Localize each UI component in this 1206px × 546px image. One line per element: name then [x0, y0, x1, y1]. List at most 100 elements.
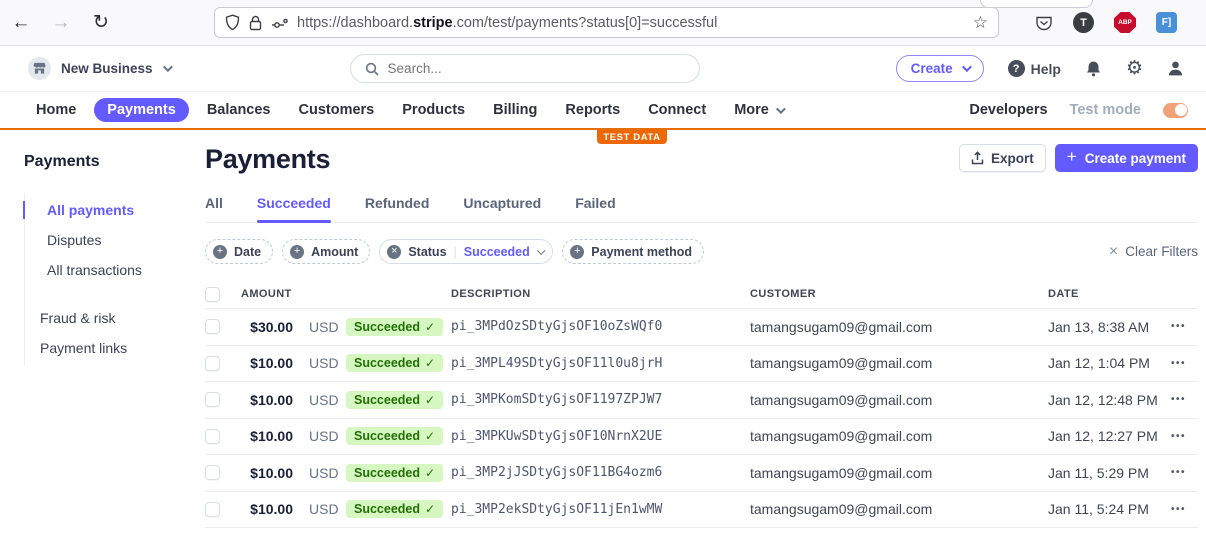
sidebar-item-payment-links[interactable]: Payment links	[25, 333, 205, 363]
question-circle-icon: ?	[1007, 60, 1025, 77]
lock-icon[interactable]	[249, 15, 262, 31]
table-row[interactable]: $10.00 USD Succeeded ✓ pi_3MPKUwSDtyGjsOF…	[205, 419, 1198, 455]
nav-item-products[interactable]: Products	[392, 98, 475, 122]
create-button[interactable]: Create	[895, 55, 984, 82]
nav-item-reports[interactable]: Reports	[555, 98, 630, 122]
row-checkbox[interactable]	[205, 392, 220, 408]
nav-item-balances[interactable]: Balances	[197, 98, 281, 122]
check-icon: ✓	[425, 429, 436, 444]
help-button[interactable]: ? Help	[1007, 60, 1061, 77]
nav-item-more[interactable]: More	[724, 98, 793, 122]
sidebar-item-all-transactions[interactable]: All transactions	[25, 255, 205, 285]
table-row[interactable]: $10.00 USD Succeeded ✓ pi_3MPKomSDtyGjsOF…	[205, 382, 1198, 419]
nav-item-customers[interactable]: Customers	[289, 98, 385, 122]
customer-email: tamangsugam09@gmail.com	[750, 428, 933, 445]
sidebar-item-fraud-risk[interactable]: Fraud & risk	[25, 303, 205, 333]
browser-forward-button[interactable]: →	[48, 12, 74, 34]
nav-item-home[interactable]: Home	[26, 98, 86, 122]
payment-date: Jan 12, 12:48 PM	[1048, 391, 1158, 408]
check-icon: ✓	[425, 392, 436, 407]
payment-date: Jan 11, 5:29 PM	[1048, 464, 1149, 481]
create-payment-button[interactable]: + Create payment	[1054, 144, 1198, 172]
extension-t-icon[interactable]: T	[1073, 12, 1094, 33]
developers-link[interactable]: Developers	[969, 102, 1047, 118]
notifications-bell-icon[interactable]	[1085, 60, 1102, 78]
extension-f-icon[interactable]: F]	[1156, 12, 1177, 33]
row-overflow-menu[interactable]: •••	[1165, 467, 1198, 478]
nav-item-billing[interactable]: Billing	[483, 98, 547, 122]
clear-filters-button[interactable]: × Clear Filters	[1109, 243, 1198, 261]
table-row[interactable]: $30.00 USD Succeeded ✓ pi_3MPdOzSDtyGjsOF…	[205, 309, 1198, 346]
filter-row: + Date + Amount × Status | Succeeded + P…	[205, 239, 1198, 264]
browser-back-button[interactable]: ←	[8, 12, 34, 34]
row-overflow-menu[interactable]: •••	[1165, 358, 1198, 369]
row-checkbox[interactable]	[205, 428, 220, 444]
row-overflow-menu[interactable]: •••	[1165, 321, 1198, 332]
test-data-banner: TEST DATA	[597, 130, 667, 144]
export-icon	[971, 151, 984, 165]
stripe-dashboard-screen: ← → ↻ https://dashboard.stripe.com/test/…	[0, 0, 1206, 546]
test-mode-label: Test mode	[1069, 102, 1141, 118]
tab-failed[interactable]: Failed	[575, 195, 615, 222]
sidebar-item-disputes[interactable]: Disputes	[25, 225, 205, 255]
settings-gear-icon[interactable]: ⚙	[1126, 57, 1143, 80]
row-checkbox[interactable]	[205, 355, 220, 371]
business-switcher[interactable]: New Business	[0, 57, 173, 80]
payment-id: pi_3MPL49SDtyGjsOF11l0u8jrH	[451, 355, 663, 371]
permissions-icon[interactable]	[271, 16, 288, 30]
tracking-shield-icon[interactable]	[225, 14, 240, 31]
nav-item-connect[interactable]: Connect	[638, 98, 716, 122]
global-search[interactable]	[349, 54, 700, 83]
address-bar[interactable]: https://dashboard.stripe.com/test/paymen…	[214, 7, 999, 38]
column-header-amount: AMOUNT	[241, 288, 292, 300]
tab-refunded[interactable]: Refunded	[365, 195, 430, 222]
filter-date[interactable]: + Date	[205, 239, 274, 264]
tab-succeeded[interactable]: Succeeded	[256, 195, 331, 223]
business-name: New Business	[61, 61, 153, 76]
row-overflow-menu[interactable]: •••	[1165, 394, 1198, 405]
table-row[interactable]: $10.00 USD Succeeded ✓ pi_3MP2ekSDtyGjsOF…	[205, 492, 1198, 528]
pocket-icon[interactable]	[1035, 14, 1053, 32]
x-circle-icon[interactable]: ×	[387, 244, 402, 259]
payment-id: pi_3MP2jJSDtyGjsOF11BG4ozm6	[451, 465, 663, 481]
profile-icon[interactable]	[1167, 60, 1184, 77]
export-button[interactable]: Export	[959, 144, 1046, 172]
table-row[interactable]: $10.00 USD Succeeded ✓ pi_3MPL49SDtyGjsOF…	[205, 346, 1198, 382]
bookmark-star-icon[interactable]: ☆	[973, 13, 988, 33]
status-badge: Succeeded ✓	[346, 317, 444, 336]
row-checkbox[interactable]	[205, 501, 220, 517]
nav-item-payments[interactable]: Payments	[94, 98, 189, 122]
row-overflow-menu[interactable]: •••	[1165, 504, 1198, 515]
search-input[interactable]	[387, 61, 685, 76]
filter-status[interactable]: × Status | Succeeded	[379, 239, 554, 264]
payment-date: Jan 12, 12:27 PM	[1048, 428, 1158, 445]
browser-toolbar: ← → ↻ https://dashboard.stripe.com/test/…	[0, 0, 1206, 46]
customer-email: tamangsugam09@gmail.com	[750, 318, 933, 335]
check-icon: ✓	[425, 465, 436, 480]
row-checkbox[interactable]	[205, 465, 220, 481]
tab-all[interactable]: All	[205, 195, 223, 222]
adblock-plus-icon[interactable]: ABP	[1114, 12, 1136, 33]
page-title: Payments	[205, 144, 331, 174]
status-badge: Succeeded ✓	[346, 390, 444, 409]
customer-email: tamangsugam09@gmail.com	[750, 464, 933, 481]
row-overflow-menu[interactable]: •••	[1165, 431, 1198, 442]
browser-reload-button[interactable]: ↻	[88, 11, 114, 34]
select-all-checkbox[interactable]	[205, 286, 220, 302]
tab-uncaptured[interactable]: Uncaptured	[463, 195, 541, 222]
status-badge: Succeeded ✓	[346, 500, 444, 519]
check-icon: ✓	[425, 319, 436, 334]
filter-payment-method[interactable]: + Payment method	[562, 239, 704, 264]
table-row[interactable]: $10.00 USD Succeeded ✓ pi_3MP2jJSDtyGjsOF…	[205, 455, 1198, 492]
chevron-down-icon	[162, 62, 173, 73]
row-checkbox[interactable]	[205, 319, 220, 335]
filter-amount[interactable]: + Amount	[282, 239, 371, 264]
payment-id: pi_3MP2ekSDtyGjsOF11jEn1wMW	[451, 501, 663, 517]
test-mode-toggle[interactable]	[1163, 102, 1188, 118]
check-icon: ✓	[425, 502, 436, 517]
payment-id: pi_3MPdOzSDtyGjsOF10oZsWQf0	[451, 319, 663, 335]
chevron-down-icon	[537, 246, 545, 254]
payment-id: pi_3MPKomSDtyGjsOF1197ZPJW7	[451, 392, 663, 408]
storefront-icon	[28, 57, 51, 80]
sidebar-item-all-payments[interactable]: All payments	[23, 195, 205, 225]
